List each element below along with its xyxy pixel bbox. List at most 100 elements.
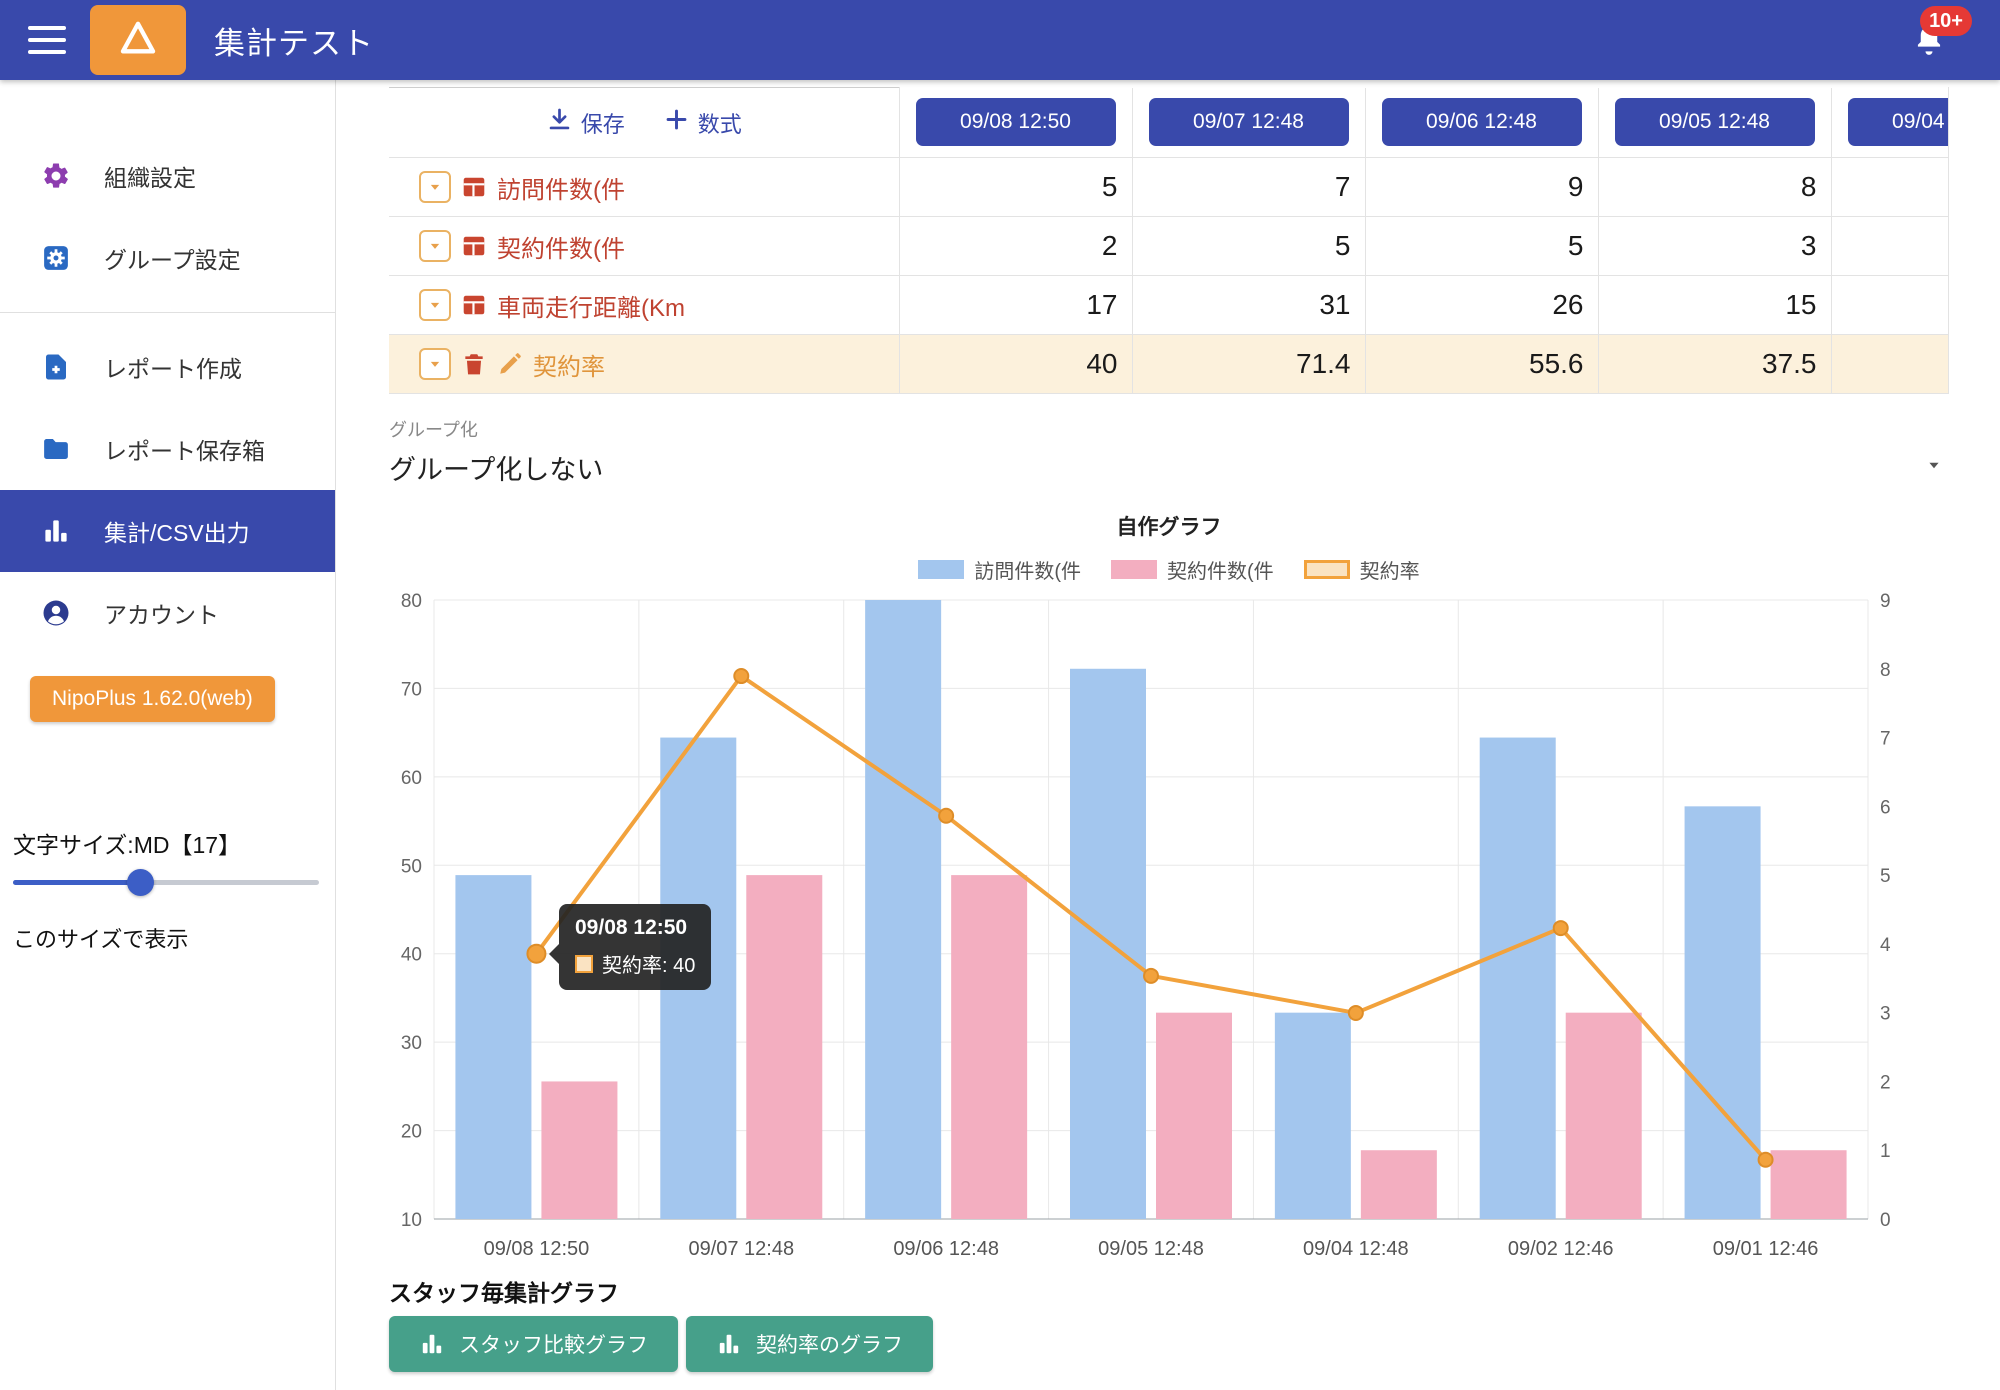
chart-point[interactable] (938, 807, 955, 824)
chart-bar[interactable] (1770, 1150, 1847, 1219)
x-axis-label: 09/01 12:46 (1713, 1238, 1819, 1260)
font-size-label: 文字サイズ:MD【17】 (13, 832, 242, 858)
left-axis-tick: 50 (401, 856, 422, 877)
table-icon[interactable] (461, 292, 487, 318)
table-row: 契約率 40 71.4 55.6 37.5 (389, 334, 1948, 394)
chart-bar[interactable] (1156, 1012, 1232, 1219)
chart-action-button[interactable]: スタッフ比較グラフ (389, 1316, 678, 1372)
right-axis-tick: 2 (1880, 1072, 1891, 1093)
save-button[interactable]: 保存 (546, 106, 625, 139)
menu-button[interactable] (28, 26, 66, 54)
row-menu-button[interactable] (419, 348, 451, 380)
tooltip-label: 契約率: 40 (602, 955, 696, 977)
chart-point[interactable] (733, 668, 750, 685)
download-icon (546, 106, 573, 139)
app-logo (90, 5, 186, 75)
chart-point[interactable] (526, 943, 547, 964)
legend-swatch (1111, 560, 1157, 579)
row-menu-button[interactable] (419, 289, 451, 321)
table-cell: 15 (1598, 275, 1832, 335)
date-column-button[interactable]: 09/07 12:48 (1148, 98, 1349, 147)
table-cell: 7 (1132, 157, 1366, 217)
sidebar-item[interactable]: 集計/CSV出力 (0, 490, 335, 572)
chart-bar[interactable] (951, 875, 1028, 1219)
folder-icon (40, 433, 72, 465)
sidebar-item[interactable]: レポート作成 (0, 326, 335, 408)
trash-icon[interactable] (461, 351, 487, 377)
sidebar-item[interactable]: アカウント (0, 572, 335, 654)
table-icon[interactable] (461, 174, 487, 200)
formula-button[interactable]: 数式 (663, 106, 742, 139)
font-size-slider[interactable] (13, 868, 319, 896)
chart-point[interactable] (1757, 1151, 1774, 1168)
x-axis-label: 09/07 12:48 (688, 1238, 794, 1260)
pencil-icon[interactable] (497, 351, 523, 377)
chart-action-button[interactable]: 契約率のグラフ (686, 1316, 933, 1372)
chart-canvas[interactable]: 80 70 60 50 40 30 20 10 9 8 7 6 5 4 3 2 1 0 09/08 12:50 09/… (389, 590, 1949, 1270)
row-label-cell: 車両走行距離(Km (389, 275, 900, 335)
sidebar-item[interactable]: レポート保存箱 (0, 408, 335, 490)
version-button[interactable]: NipoPlus 1.62.0(web) (30, 676, 275, 722)
column-header: 09/08 12:50 (899, 87, 1133, 158)
sidebar-item[interactable]: 組織設定 (0, 135, 335, 217)
legend-swatch (918, 560, 965, 579)
legend-item[interactable]: 契約率 (1303, 555, 1420, 584)
chart-bar[interactable] (1684, 806, 1761, 1219)
right-axis-tick: 0 (1880, 1210, 1891, 1231)
chart-bar[interactable] (1565, 1012, 1642, 1219)
bar-chart-icon (716, 1331, 742, 1357)
chart-point[interactable] (1143, 967, 1159, 984)
aggregation-table: 保存 数式 09/08 12:50 09/07 12:48 09/06 12:48 0… (389, 87, 1948, 394)
bar-chart-icon (40, 515, 72, 547)
row-label: 車両走行距離(Km (497, 294, 685, 322)
row-label-cell: 訪問件数(件 (389, 157, 900, 217)
legend-item[interactable]: 契約件数(件 (1111, 555, 1274, 584)
row-menu-button[interactable] (419, 230, 451, 262)
save-label: 保存 (580, 111, 625, 137)
table-cell: 8 (1598, 157, 1832, 217)
date-column-button[interactable]: 09/06 12:48 (1381, 98, 1582, 147)
grouping-select[interactable]: グループ化 グループ化しない (389, 416, 1949, 487)
chart-bar[interactable] (1274, 1012, 1351, 1219)
slider-thumb[interactable] (127, 869, 154, 896)
app-title: 集計テスト (214, 25, 374, 61)
legend-label: 契約率 (1359, 561, 1420, 583)
table-icon[interactable] (461, 233, 487, 259)
chart-bar[interactable] (1479, 737, 1556, 1219)
chart-point[interactable] (1347, 1004, 1364, 1021)
sidebar-item-label: 集計/CSV出力 (104, 520, 250, 546)
bell-icon (1910, 23, 1948, 61)
table-cell: 55.6 (1365, 334, 1599, 394)
date-column-button[interactable]: 09/04 12:48 (1847, 98, 1948, 147)
table-cell: 40 (899, 334, 1133, 394)
table-cell: 5 (1132, 216, 1366, 276)
right-axis-tick: 7 (1880, 729, 1891, 750)
tooltip-swatch (575, 954, 593, 973)
chart-bar[interactable] (746, 875, 823, 1219)
right-axis-tick: 3 (1880, 1004, 1891, 1025)
date-column-button[interactable]: 09/08 12:50 (915, 98, 1116, 147)
table-cell: 3 (1598, 216, 1832, 276)
legend-item[interactable]: 訪問件数(件 (918, 555, 1081, 584)
bar-chart-icon (419, 1331, 445, 1357)
sidebar-item[interactable]: グループ設定 (0, 217, 335, 299)
chart-bar[interactable] (1360, 1150, 1437, 1219)
row-label: 契約件数(件 (497, 235, 625, 263)
table-cell: 9 (1365, 157, 1599, 217)
row-label: 契約率 (533, 353, 605, 381)
date-column-button[interactable]: 09/05 12:48 (1614, 98, 1815, 147)
grouping-label: グループ化 (389, 420, 478, 440)
chart-point[interactable] (1552, 920, 1569, 937)
notifications-button[interactable]: 10+ (1910, 5, 1972, 61)
chart-bar[interactable] (865, 600, 942, 1219)
chart-bar[interactable] (455, 875, 532, 1219)
row-menu-button[interactable] (419, 171, 451, 203)
left-axis-tick: 10 (401, 1210, 422, 1231)
chart-bar[interactable] (541, 1081, 618, 1219)
chart-tooltip: 09/08 12:50 契約率: 40 (548, 904, 712, 990)
table-cell: 5 (899, 157, 1133, 217)
table-cell: 37.5 (1598, 334, 1832, 394)
divider (0, 312, 335, 313)
x-axis-label: 09/05 12:48 (1098, 1238, 1204, 1260)
table-cell (1831, 157, 1948, 217)
